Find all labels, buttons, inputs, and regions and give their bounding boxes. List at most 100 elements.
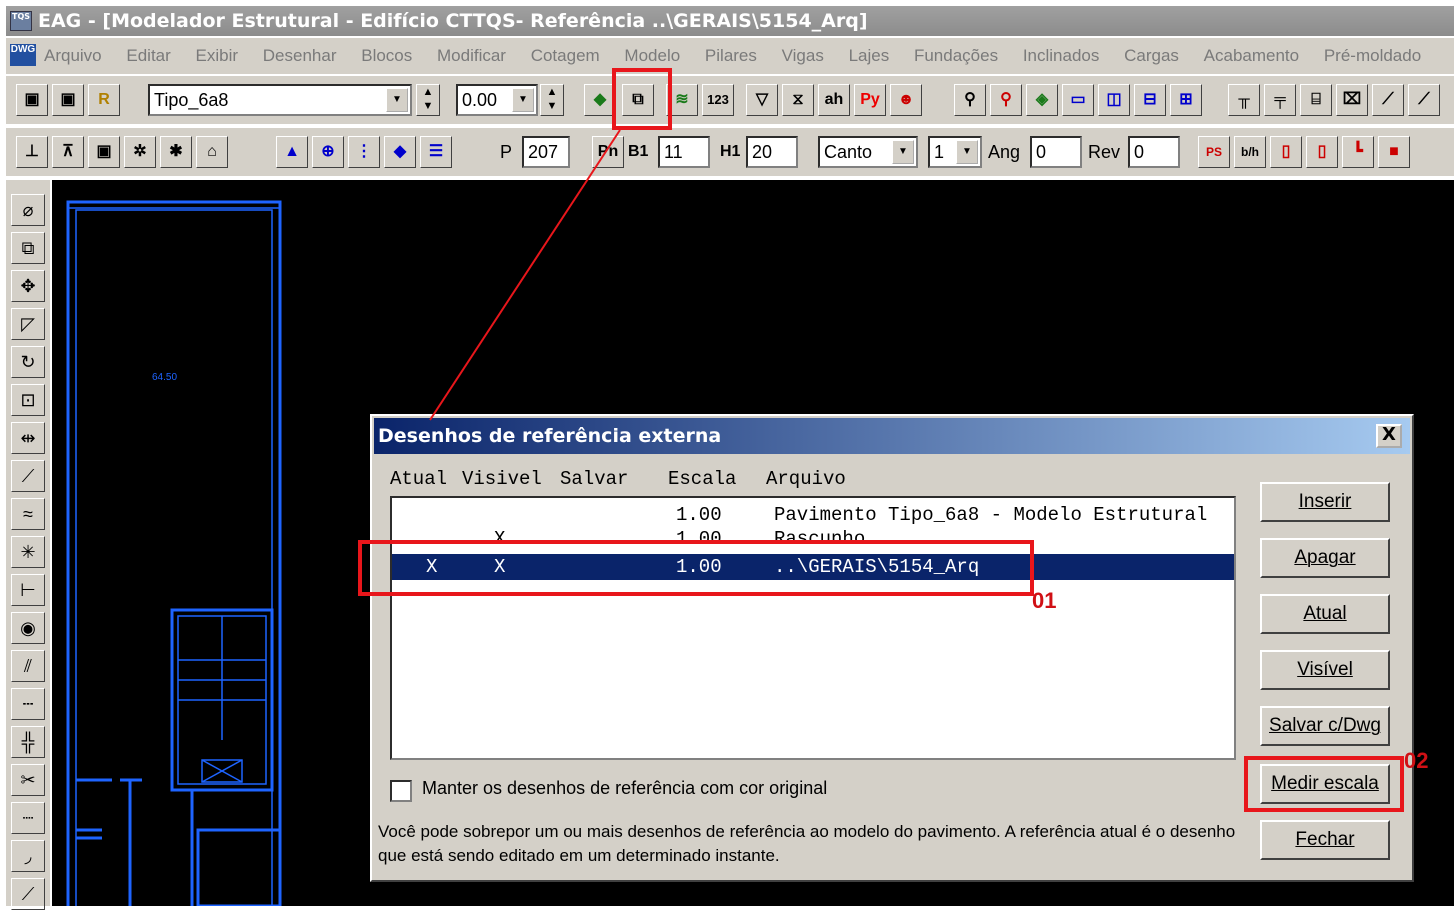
current-button[interactable]: Atual [1260,594,1390,634]
trim-icon[interactable]: ◸ [11,308,45,340]
box-icon[interactable]: ▣ [88,136,120,168]
menu-cotagem[interactable]: Cotagem [531,38,600,74]
single-view-icon[interactable]: ▭ [1062,84,1094,116]
menu-lajes[interactable]: Lajes [849,38,890,74]
arc-icon[interactable]: ◞ [11,840,45,872]
circle-arrow-icon[interactable]: ⊕ [312,136,344,168]
scissors-icon[interactable]: ✂ [11,764,45,796]
visible-button[interactable]: Visível [1260,650,1390,690]
chevron-down-icon[interactable]: ▼ [386,88,408,112]
save-all-icon[interactable]: ▣ [52,84,84,116]
menu-arquivo[interactable]: Arquivo [44,38,102,74]
ang-field[interactable]: 0 [1030,136,1082,168]
extend-icon[interactable]: ⊢ [11,574,45,606]
py-button[interactable]: Py [854,84,886,116]
bh-button[interactable]: b/h [1234,136,1266,168]
eraser-icon[interactable]: ⌀ [11,194,45,226]
r-button[interactable]: R [88,84,120,116]
delete-button[interactable]: Apagar [1260,538,1390,578]
anchor-icon[interactable]: ⊥ [16,136,48,168]
insert-button[interactable]: Inserir [1260,482,1390,522]
floor-combo[interactable]: Tipo_6a8 ▼ [148,84,412,116]
ah-button[interactable]: ah [818,84,850,116]
truss-icon[interactable]: ⌧ [1336,84,1368,116]
star-icon[interactable]: ✱ [160,136,192,168]
menu-pre-moldado[interactable]: Pré-moldado [1324,38,1421,74]
explode-icon[interactable]: ✳ [11,536,45,568]
split-view-icon[interactable]: ◫ [1098,84,1130,116]
menu-exibir[interactable]: Exibir [196,38,239,74]
chevron-down-icon[interactable]: ▼ [956,140,978,164]
zoom-icon[interactable]: ⚲ [954,84,986,116]
pn-button[interactable]: Pn [592,136,624,168]
person-icon[interactable]: ☻ [890,84,922,116]
fillet-icon[interactable]: ◉ [11,612,45,644]
floor-spinner[interactable]: ▲ ▼ [416,84,440,116]
rotate-icon[interactable]: ↻ [11,346,45,378]
quad-view-icon[interactable]: ⊞ [1170,84,1202,116]
p-field[interactable]: 207 [522,136,570,168]
hourglass-icon[interactable]: ⧖ [782,84,814,116]
corner-icon[interactable]: ┗ [1342,136,1374,168]
menu-cargas[interactable]: Cargas [1124,38,1179,74]
offset-icon[interactable]: ╬ [11,726,45,758]
list-item[interactable]: 1.00 Pavimento Tipo_6a8 - Modelo Estrutu… [392,502,1234,528]
canto-combo[interactable]: Canto ▼ [818,136,918,168]
menu-editar[interactable]: Editar [126,38,170,74]
filter-icon[interactable]: ▽ [746,84,778,116]
h1-field[interactable]: 20 [746,136,798,168]
dwg-icon[interactable]: DWG [10,44,36,66]
burst-icon[interactable]: ✲ [124,136,156,168]
chevron-down-icon[interactable]: ▼ [512,88,534,112]
rev-field[interactable]: 0 [1128,136,1180,168]
hatch-icon[interactable]: ⫽ [11,650,45,682]
grid-icon[interactable]: ⋮ [348,136,380,168]
number-combo[interactable]: 1 ▼ [928,136,982,168]
line-icon[interactable]: ⟋ [11,878,45,910]
numbering-button[interactable]: 123 [702,84,734,116]
3d-view-icon[interactable]: ◈ [1026,84,1058,116]
ps-button[interactable]: PS [1198,136,1230,168]
zoom-alert-icon[interactable]: ⚲ [990,84,1022,116]
color-icon[interactable]: ■ [1378,136,1410,168]
level-spinner[interactable]: ▲ ▼ [540,84,564,116]
mirror-icon[interactable]: ⇹ [11,422,45,454]
stamp-icon[interactable]: ⌂ [196,136,228,168]
menu-modificar[interactable]: Modificar [437,38,506,74]
save-icon[interactable]: ▣ [16,84,48,116]
dash-icon[interactable]: ┄ [11,688,45,720]
menu-pilares[interactable]: Pilares [705,38,757,74]
stretch-icon[interactable]: ⟋ [11,460,45,492]
keep-original-color-checkbox[interactable] [390,780,412,802]
menu-fundacoes[interactable]: Fundações [914,38,998,74]
b1-field[interactable]: 11 [658,136,710,168]
menu-desenhar[interactable]: Desenhar [263,38,337,74]
tool-icon[interactable]: ⟋ [1408,84,1440,116]
diamond-icon[interactable]: ◆ [384,136,416,168]
pillar-section-icon[interactable]: ▯ [1270,136,1302,168]
pillar-rotate-icon[interactable]: ▯ [1306,136,1338,168]
save-dwg-button[interactable]: Salvar c/Dwg [1260,706,1390,746]
menu-acabamento[interactable]: Acabamento [1204,38,1299,74]
section-icon[interactable]: ⊼ [52,136,84,168]
level-combo[interactable]: 0.00 ▼ [456,84,538,116]
frame-icon[interactable]: ⌸ [1300,84,1332,116]
beam-icon[interactable]: ╥ [1228,84,1260,116]
scale-icon[interactable]: ⊡ [11,384,45,416]
reference-list[interactable]: 1.00 Pavimento Tipo_6a8 - Modelo Estrutu… [390,496,1236,760]
move-icon[interactable]: ✥ [11,270,45,302]
tri-view-icon[interactable]: ⊟ [1134,84,1166,116]
column-icon[interactable]: ╤ [1264,84,1296,116]
menu-blocos[interactable]: Blocos [361,38,412,74]
dotted-line-icon[interactable]: ┈ [11,802,45,834]
close-icon[interactable]: X [1376,424,1402,448]
list-icon[interactable]: ☰ [420,136,452,168]
close-button[interactable]: Fechar [1260,820,1390,860]
copy-icon[interactable]: ⧉ [11,232,45,264]
stair-icon[interactable]: ⟋ [1372,84,1404,116]
menu-inclinados[interactable]: Inclinados [1023,38,1100,74]
menu-vigas[interactable]: Vigas [782,38,824,74]
triangle-icon[interactable]: ▲ [276,136,308,168]
chevron-down-icon[interactable]: ▼ [892,140,914,164]
break-icon[interactable]: ≈ [11,498,45,530]
